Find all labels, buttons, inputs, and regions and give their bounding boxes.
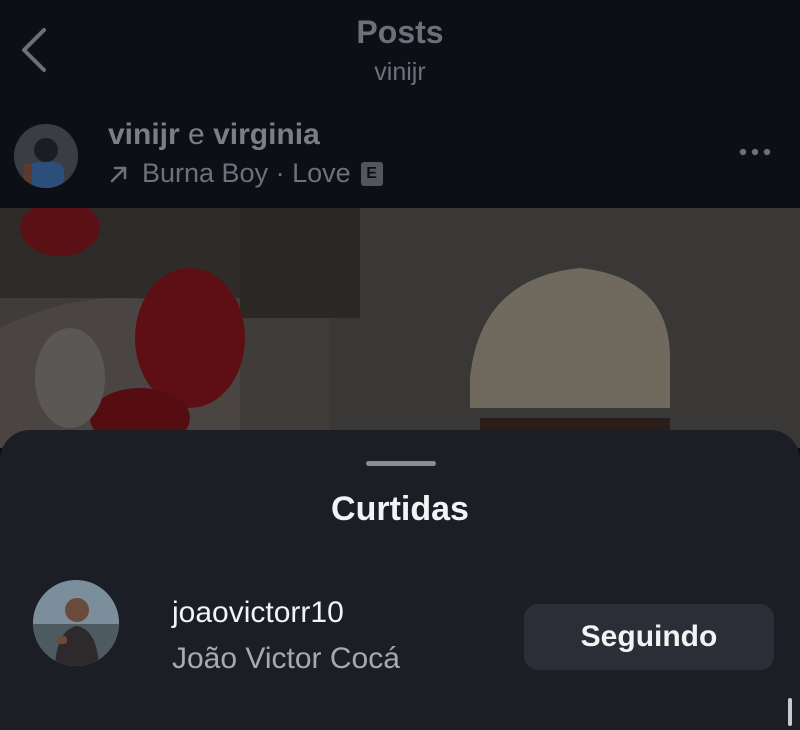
page-title: Posts bbox=[356, 14, 444, 50]
following-button[interactable]: Seguindo bbox=[524, 604, 774, 670]
page-subtitle: vinijr bbox=[374, 58, 426, 86]
music-label: Burna Boy · Love bbox=[142, 158, 351, 188]
more-options-button[interactable] bbox=[733, 142, 777, 162]
likes-sheet: Curtidas joaovictorr10 João Victor Cocá … bbox=[0, 430, 800, 730]
explicit-badge: E bbox=[360, 161, 383, 186]
liker-row[interactable]: joaovictorr10 João Victor Cocá Seguindo bbox=[0, 574, 800, 698]
arrow-up-right-icon bbox=[110, 166, 127, 182]
ellipsis-icon bbox=[739, 148, 771, 156]
scrollbar[interactable] bbox=[788, 698, 792, 726]
username: joaovictorr10 bbox=[172, 596, 344, 629]
post-music[interactable]: Burna Boy · Love E bbox=[108, 158, 383, 189]
post-author-avatar[interactable] bbox=[14, 124, 78, 188]
author-primary[interactable]: vinijr bbox=[108, 118, 180, 151]
post-authors[interactable]: vinijr e virginia bbox=[108, 118, 320, 152]
author-collab[interactable]: virginia bbox=[213, 118, 320, 151]
drag-handle[interactable] bbox=[366, 461, 436, 466]
avatar-image bbox=[14, 124, 78, 188]
author-conjunction: e bbox=[179, 118, 214, 151]
full-name: João Victor Cocá bbox=[172, 642, 400, 675]
post-photo bbox=[0, 208, 800, 448]
user-avatar[interactable] bbox=[33, 580, 119, 666]
sheet-title: Curtidas bbox=[331, 490, 469, 528]
avatar-image bbox=[33, 580, 119, 666]
post-header bbox=[0, 100, 800, 208]
